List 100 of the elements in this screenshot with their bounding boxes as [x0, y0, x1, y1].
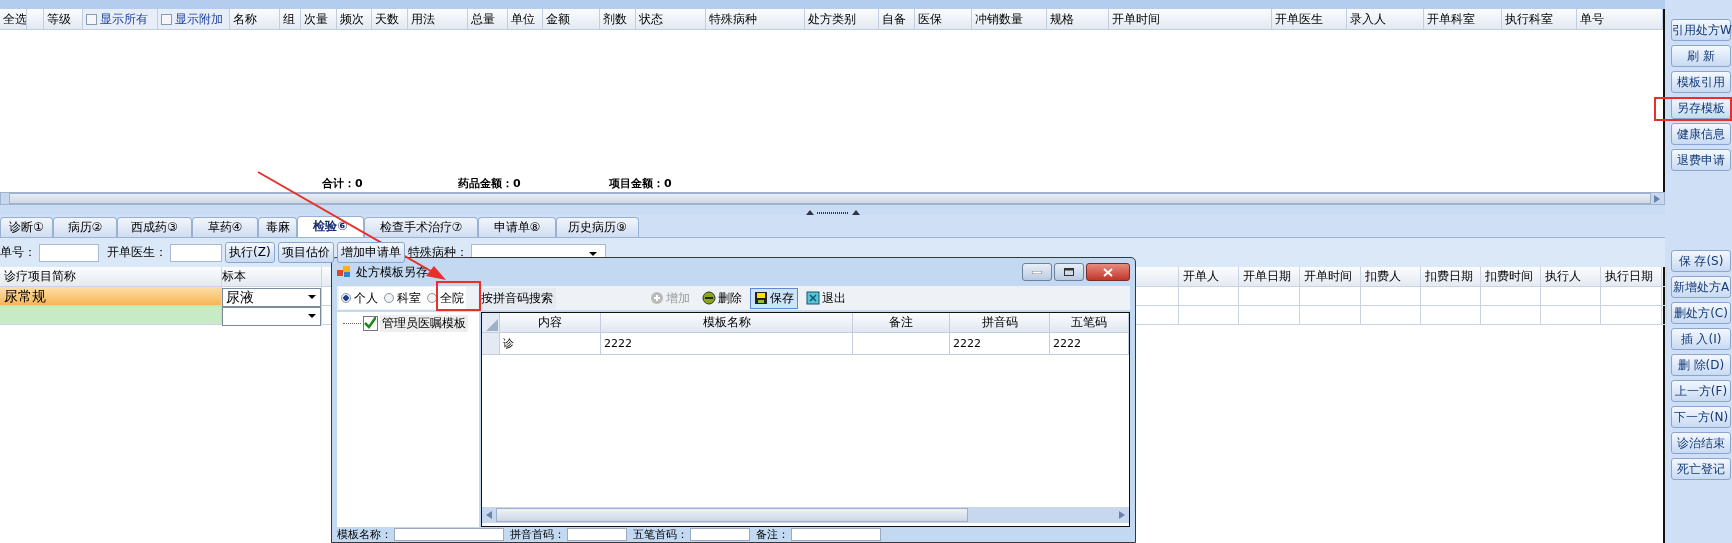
sidebar-button[interactable]: 健康信息: [1671, 123, 1731, 145]
radio-option[interactable]: 个人: [341, 289, 378, 307]
column-header: 名称: [230, 9, 280, 29]
sidebar-button[interactable]: 删 除(D): [1671, 354, 1731, 376]
window-title: 处方模板另存: [356, 263, 428, 281]
sidebar-button[interactable]: 新增处方A: [1671, 276, 1731, 298]
column-header: 开单时间: [1109, 9, 1272, 29]
dropdown[interactable]: 尿液: [222, 288, 321, 307]
sidebar-button[interactable]: 模板引用: [1671, 71, 1731, 93]
tab[interactable]: 草药④: [192, 217, 258, 237]
column-header: 开单日期: [1239, 267, 1300, 287]
input-field[interactable]: [690, 528, 750, 541]
column-header: 扣费人: [1361, 267, 1421, 287]
plus-icon: [650, 291, 664, 305]
field-label: 特殊病种：: [407, 244, 468, 261]
sidebar-button[interactable]: 下一方(N): [1671, 406, 1731, 428]
table-cell: 2222: [1050, 333, 1129, 355]
column-header: 录入人: [1347, 9, 1424, 29]
toolbar-button[interactable]: 保存: [750, 287, 798, 309]
scrollbar[interactable]: [0, 192, 1665, 205]
toolbar-button[interactable]: 项目估价: [277, 242, 334, 263]
tab[interactable]: 病历②: [53, 217, 117, 237]
toolbar-button[interactable]: 退出: [802, 287, 850, 309]
column-header: 扣费时间: [1481, 267, 1541, 287]
sidebar-button[interactable]: 上一方(F): [1671, 380, 1731, 402]
column-header: 冲销数量: [972, 9, 1047, 29]
column-header: 内容: [500, 313, 601, 333]
column-header: 标本: [222, 267, 322, 287]
input-field[interactable]: [170, 243, 222, 262]
minimize-icon: [1032, 270, 1042, 274]
caret-icon: [308, 295, 316, 299]
field-label: 模板名称：: [337, 527, 392, 542]
input-field[interactable]: [567, 528, 627, 541]
table-cell: 尿常规: [0, 287, 222, 306]
scrollbar[interactable]: [482, 507, 1129, 523]
maximize-button[interactable]: [1054, 263, 1084, 281]
sidebar-button[interactable]: 删处方(C): [1671, 302, 1731, 324]
close-button[interactable]: [1086, 263, 1130, 281]
column-header: 金额: [543, 9, 600, 29]
column-header: 扣费日期: [1421, 267, 1481, 287]
column-header: 剂数: [600, 9, 636, 29]
close-icon: [1103, 267, 1113, 277]
column-header: 状态: [636, 9, 706, 29]
toolbar-button[interactable]: 执行(Z): [225, 242, 275, 263]
radio-option[interactable]: 科室: [384, 289, 421, 307]
column-header: 组: [280, 9, 301, 29]
total-text: 合计：0: [322, 176, 363, 191]
caret-icon: [308, 314, 316, 318]
field-label: 单号：: [0, 244, 36, 261]
column-header: 全选: [0, 9, 27, 29]
field-label: 五笔首码：: [633, 527, 688, 542]
scroll-right-icon[interactable]: [1119, 511, 1125, 519]
search-label: 按拼音码搜索: [478, 287, 556, 309]
checkbox[interactable]: [363, 316, 378, 331]
column-header: 备注: [853, 313, 950, 333]
tab[interactable]: 诊断①: [0, 217, 53, 237]
column-header: 医保: [915, 9, 972, 29]
tab[interactable]: 检查手术治疗⑦: [364, 217, 478, 237]
tab[interactable]: 历史病历⑨: [556, 217, 639, 237]
sidebar-button[interactable]: 另存模板: [1671, 97, 1731, 119]
column-header: 处方类别: [805, 9, 879, 29]
checkbox[interactable]: [161, 13, 172, 25]
sidebar-button[interactable]: 退费申请: [1671, 149, 1731, 171]
exit-icon: [806, 291, 820, 305]
column-header: 总量: [468, 9, 508, 29]
sidebar-button[interactable]: 死亡登记: [1671, 458, 1731, 480]
input-field[interactable]: [394, 528, 504, 541]
tab[interactable]: 申请单⑧: [478, 217, 556, 237]
scroll-right-icon[interactable]: [1654, 194, 1660, 203]
column-header: 频次: [337, 9, 372, 29]
total-text: 药品金额：0: [458, 176, 521, 191]
column-header: 开单人: [1179, 267, 1239, 287]
checkbox[interactable]: [86, 13, 97, 25]
sidebar-button[interactable]: 诊治结束: [1671, 432, 1731, 454]
tab[interactable]: 检验⑥: [297, 216, 364, 237]
table-cell: 2222: [601, 333, 853, 355]
sidebar-button[interactable]: 引用处方W: [1671, 19, 1731, 41]
column-header: 次量: [301, 9, 337, 29]
column-header: 天数: [372, 9, 408, 29]
minus-icon: [702, 291, 716, 305]
column-header: 模板名称: [601, 313, 853, 333]
toolbar-button[interactable]: 删除: [698, 287, 746, 309]
tab[interactable]: 西成药③: [117, 217, 192, 237]
tab[interactable]: 毒麻: [258, 217, 297, 237]
radio-option[interactable]: 全院: [427, 289, 464, 307]
input-field[interactable]: [791, 528, 881, 541]
sidebar-button[interactable]: 刷 新: [1671, 45, 1731, 67]
tree-item[interactable]: 管理员医嘱模板: [380, 315, 468, 332]
sidebar-button[interactable]: 插 入(I): [1671, 328, 1731, 350]
maximize-icon: [1064, 268, 1074, 276]
input-field[interactable]: [39, 243, 99, 262]
total-text: 项目金额：0: [609, 176, 672, 191]
splitter-handle-icon[interactable]: [805, 209, 860, 215]
toolbar-button[interactable]: 增加申请单: [336, 242, 405, 263]
sidebar-button[interactable]: 保 存(S): [1671, 250, 1731, 272]
column-header: 拼音码: [950, 313, 1050, 333]
scroll-left-icon[interactable]: [486, 511, 492, 519]
table-cell: 诊: [500, 333, 601, 355]
column-header: 单位: [508, 9, 543, 29]
row-header[interactable]: [482, 333, 500, 355]
